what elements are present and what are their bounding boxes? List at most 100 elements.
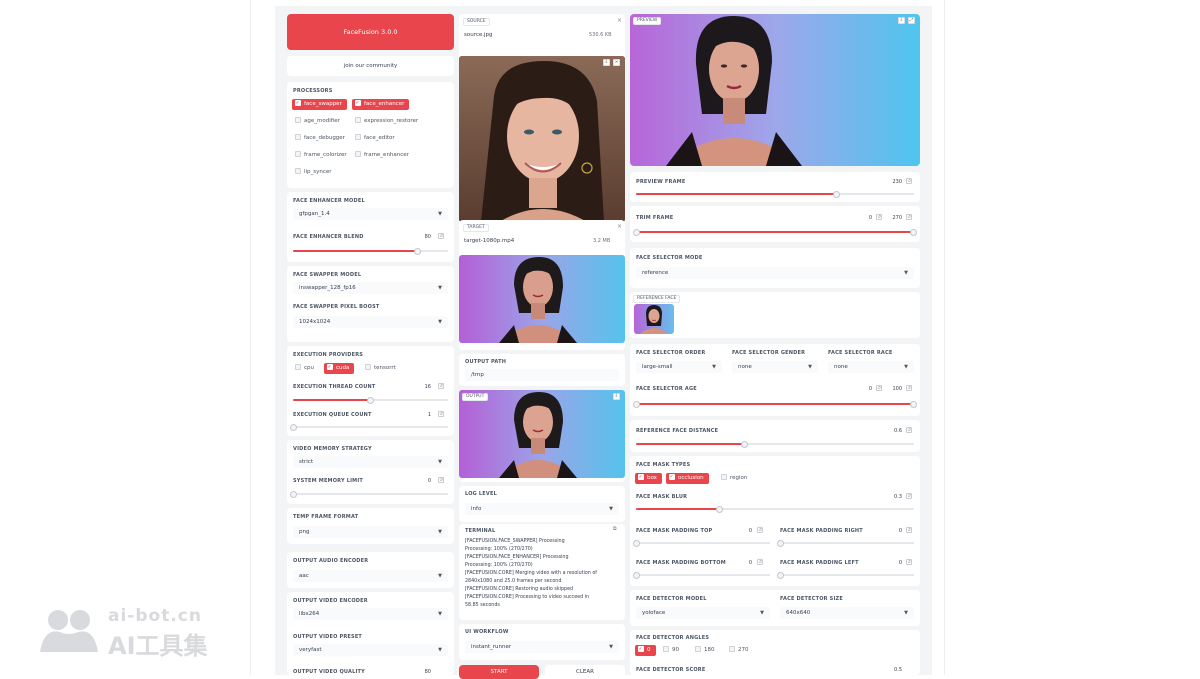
face-selector-race-select[interactable]: none ▼ [828,361,914,373]
pad-top-value[interactable]: 0 [742,528,752,534]
fullscreen-icon[interactable]: ⤢ [908,17,915,24]
pad-bottom-slider[interactable] [633,571,770,579]
provider-cuda[interactable]: cuda [324,362,355,374]
download-icon[interactable]: ⇩ [898,17,905,24]
close-icon[interactable]: × [617,223,622,230]
age-end-value[interactable]: 100 [888,386,902,392]
reset-icon[interactable]: ↺ [906,493,912,499]
processor-face-swapper[interactable]: face_swapper [292,98,347,110]
thread-count-value[interactable]: 16 [417,384,431,390]
output-video-preset-select[interactable]: veryfast ▼ [293,644,448,656]
close-icon[interactable]: × [617,17,622,24]
preview-tag: PREVIEW [633,17,662,25]
processor-face-editor[interactable]: face_editor [352,133,400,144]
pixel-boost-select[interactable]: 1024x1024 ▼ [293,316,448,328]
title-button[interactable]: FaceFusion 3.0.0 [287,14,454,50]
face-detector-model-select[interactable]: yoloface ▼ [636,607,770,619]
reset-icon[interactable]: ↺ [906,385,912,391]
angle-0[interactable]: 0 [635,644,656,656]
processors-panel: PROCESSORS face_swapper face_enhancer ag… [287,82,454,188]
reset-icon[interactable]: ↺ [906,427,912,433]
output-video-quality-value[interactable]: 80 [417,669,431,675]
processor-lip-syncer[interactable]: lip_syncer [292,167,337,178]
reset-icon[interactable]: ↺ [438,477,444,483]
start-button[interactable]: START [459,665,539,679]
download-icon[interactable]: ⇩ [613,393,620,400]
trim-frame-slider[interactable] [633,228,917,236]
mask-type-box[interactable]: box [635,472,662,484]
trim-end-value[interactable]: 270 [888,215,902,221]
community-button[interactable]: join our community [287,56,454,76]
chevron-down-icon: ▼ [438,285,442,291]
reference-distance-slider[interactable] [636,440,914,448]
face-selector-gender-select[interactable]: none ▼ [732,361,818,373]
face-selector-age-slider[interactable] [633,400,917,408]
preview-frame-slider[interactable] [636,190,914,198]
provider-cpu[interactable]: cpu [292,363,320,374]
thread-count-slider[interactable] [293,396,448,404]
pad-top-slider[interactable] [633,539,770,547]
face-enhancer-blend-value[interactable]: 80 [417,234,431,240]
reset-icon[interactable]: ↺ [757,559,763,565]
pad-right-slider[interactable] [777,539,914,547]
pad-bottom-value[interactable]: 0 [742,560,752,566]
processor-face-enhancer[interactable]: face_enhancer [352,98,410,110]
log-level-select[interactable]: info ▼ [465,503,619,515]
processor-expression-restorer[interactable]: expression_restorer [352,116,424,127]
face-enhancer-model-select[interactable]: gfpgan_1.4 ▼ [293,208,448,220]
download-icon[interactable]: ⇩ [603,59,610,66]
face-detector-size-select[interactable]: 640x640 ▼ [780,607,914,619]
ui-workflow-select[interactable]: instant_runner ▼ [465,641,619,653]
face-enhancer-blend-slider[interactable] [293,247,448,255]
face-swapper-model-select[interactable]: inswapper_128_fp16 ▼ [293,282,448,294]
reset-icon[interactable]: ↺ [906,527,912,533]
mask-type-occlusion[interactable]: occlusion [666,472,709,484]
reset-icon[interactable]: ↺ [438,233,444,239]
output-audio-select[interactable]: aac ▼ [293,570,448,582]
reset-icon[interactable]: ↺ [757,527,763,533]
reset-icon[interactable]: ↺ [906,178,912,184]
copy-icon[interactable]: ⧉ [613,526,617,532]
face-mask-blur-slider[interactable] [636,505,914,513]
pad-left-value[interactable]: 0 [888,560,902,566]
memory-strategy-select[interactable]: strict ▼ [293,456,448,468]
memory-limit-slider[interactable] [289,490,448,498]
angle-180[interactable]: 180 [692,645,720,656]
processor-face-debugger[interactable]: face_debugger [292,133,350,144]
clear-button[interactable]: CLEAR [545,665,625,679]
angle-270[interactable]: 270 [726,645,754,656]
queue-count-value[interactable]: 1 [417,412,431,418]
processor-frame-colorizer[interactable]: frame_colorizer [292,150,352,161]
terminal-line: [FACEFUSION.FACE_SWAPPER] Processing [465,539,565,544]
face-selector-order-select[interactable]: large-small ▼ [636,361,722,373]
face-mask-blur-value[interactable]: 0.3 [884,494,902,500]
output-video-encoder-select[interactable]: libx264 ▼ [293,608,448,620]
processor-age-modifier[interactable]: age_modifier [292,116,345,127]
pad-right-value[interactable]: 0 [888,528,902,534]
pad-left-slider[interactable] [777,571,914,579]
reset-icon[interactable]: ↺ [906,214,912,220]
reset-icon[interactable]: ↺ [906,559,912,565]
age-start-value[interactable]: 0 [862,386,872,392]
processor-frame-enhancer[interactable]: frame_enhancer [352,150,414,161]
ui-workflow-panel: UI WORKFLOW instant_runner ▼ [459,624,625,660]
output-path-input[interactable]: /tmp [465,369,619,381]
close-icon[interactable]: × [613,59,620,66]
reference-face-thumbnail[interactable] [634,304,674,334]
reset-icon[interactable]: ↺ [876,385,882,391]
memory-limit-value[interactable]: 0 [417,478,431,484]
reset-icon[interactable]: ↺ [438,411,444,417]
angle-90[interactable]: 90 [660,645,684,656]
temp-frame-select[interactable]: png ▼ [293,526,448,538]
reset-icon[interactable]: ↺ [876,214,882,220]
face-detector-score-value[interactable]: 0.5 [884,667,902,673]
queue-count-slider[interactable] [289,423,448,431]
reference-distance-value[interactable]: 0.6 [884,428,902,434]
trim-start-value[interactable]: 0 [862,215,872,221]
preview-panel: PREVIEW ⇩ ⤢ [630,14,920,166]
face-selector-mode-select[interactable]: reference ▼ [636,267,914,279]
reset-icon[interactable]: ↺ [438,383,444,389]
provider-tensorrt[interactable]: tensorrt [362,363,401,374]
preview-frame-value[interactable]: 230 [884,179,902,185]
mask-type-region[interactable]: region [718,473,753,484]
